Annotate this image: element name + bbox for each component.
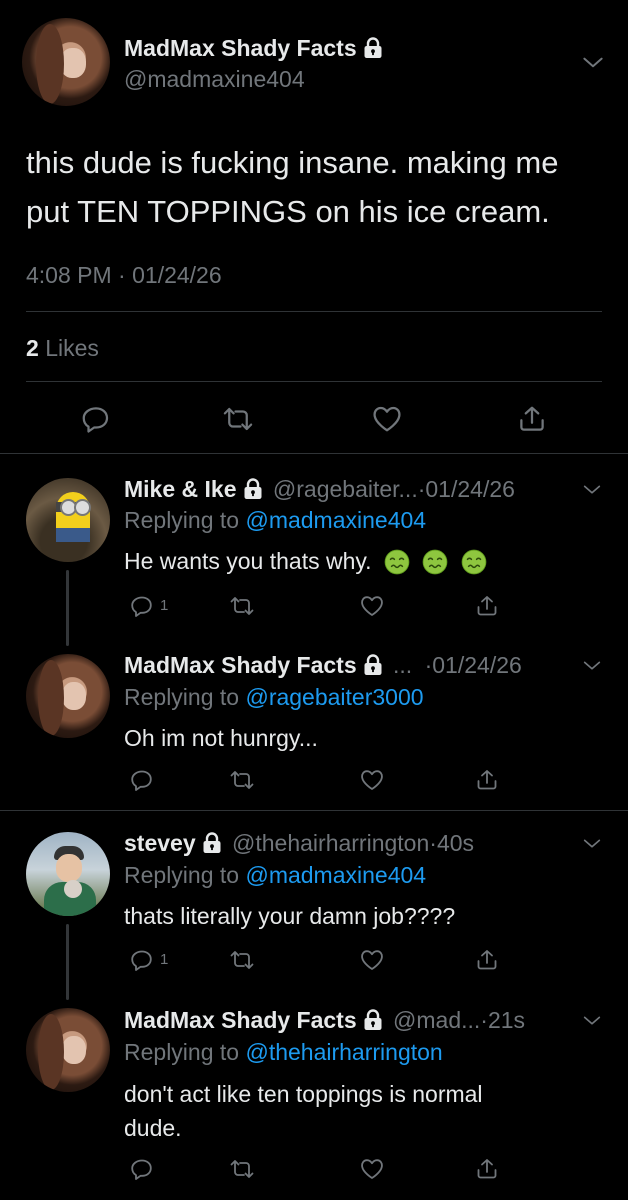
reply-icon[interactable] [130, 594, 154, 618]
avatar[interactable] [26, 1008, 110, 1092]
replying-to: Replying to @madmaxine404 [124, 862, 426, 889]
avatar[interactable] [26, 478, 110, 562]
like-icon[interactable] [360, 768, 384, 792]
reply-icon[interactable] [130, 1157, 154, 1181]
retweet-icon[interactable] [230, 948, 254, 972]
handle[interactable]: @mad... [393, 1007, 480, 1033]
reply-icon[interactable] [130, 948, 154, 972]
share-icon[interactable] [475, 1157, 499, 1181]
replying-to-label: Replying to [124, 862, 240, 888]
thread-line [66, 924, 69, 1000]
likes-label: Likes [45, 335, 99, 361]
tweet-text-line: this dude is fucking insane. making me [26, 145, 559, 180]
likes-count[interactable]: 2 Likes [26, 335, 99, 362]
avatar[interactable] [26, 832, 110, 916]
replying-to: Replying to @madmaxine404 [124, 507, 426, 534]
separator: · [429, 830, 437, 856]
tweet-timestamp[interactable]: 4:08 PM · 01/24/26 [26, 262, 222, 289]
likes-number: 2 [26, 335, 39, 361]
tweet-time: 4:08 PM [26, 262, 112, 288]
reply-count: 1 [160, 597, 169, 614]
handle[interactable]: @ragebaiter... [273, 476, 418, 502]
lock-icon [363, 654, 383, 676]
display-name[interactable]: Mike & Ike [124, 476, 237, 502]
separator: · [118, 262, 126, 288]
avatar[interactable] [22, 18, 110, 106]
tweet-date: 01/24/26 [132, 262, 222, 288]
retweet-icon[interactable] [230, 1157, 254, 1181]
timestamp[interactable]: 40s [437, 830, 474, 856]
timestamp[interactable]: 01/24/26 [432, 652, 522, 678]
tweet-text: this dude is fucking insane. making me p… [26, 138, 558, 236]
separator: · [480, 1007, 488, 1033]
share-icon[interactable] [475, 594, 499, 618]
lock-icon [363, 1009, 383, 1031]
reply-text-content: He wants you thats why. [124, 548, 372, 574]
retweet-icon[interactable] [230, 594, 254, 618]
chevron-down-icon[interactable] [581, 833, 603, 855]
handle[interactable]: @thehairharrington [232, 830, 429, 856]
divider [26, 381, 602, 382]
like-icon[interactable] [360, 948, 384, 972]
replying-to-link[interactable]: @madmaxine404 [245, 507, 426, 533]
share-icon[interactable] [475, 768, 499, 792]
like-icon[interactable] [360, 1157, 384, 1181]
chevron-down-icon[interactable] [580, 50, 606, 76]
like-icon[interactable] [360, 594, 384, 618]
timestamp[interactable]: 21s [488, 1007, 525, 1033]
display-name[interactable]: MadMax Shady Facts [124, 35, 357, 61]
replying-to-link[interactable]: @madmaxine404 [245, 862, 426, 888]
tweet-text-line: put TEN TOPPINGS on his ice cream. [26, 194, 550, 229]
avatar[interactable] [26, 654, 110, 738]
divider [26, 311, 602, 312]
reply-text: don't act like ten toppings is normal du… [124, 1077, 483, 1145]
thread-line [66, 570, 69, 646]
reply-icon[interactable] [81, 404, 111, 434]
replying-to-link[interactable]: @thehairharrington [245, 1039, 442, 1065]
timestamp[interactable]: 01/24/26 [425, 476, 515, 502]
replying-to: Replying to @thehairharrington [124, 1039, 443, 1066]
nauseated-face-emoji [384, 549, 410, 575]
nauseated-face-emoji [461, 549, 487, 575]
lock-icon [243, 478, 263, 500]
reply-text: thats literally your damn job???? [124, 903, 456, 929]
share-icon[interactable] [517, 404, 547, 434]
lock-icon [202, 832, 222, 854]
replying-to-label: Replying to [124, 684, 240, 710]
chevron-down-icon[interactable] [581, 1010, 603, 1032]
nauseated-face-emoji [422, 549, 448, 575]
handle[interactable]: ... [393, 652, 412, 678]
like-icon[interactable] [372, 404, 402, 434]
chevron-down-icon[interactable] [581, 655, 603, 677]
replying-to-label: Replying to [124, 507, 240, 533]
reply-text: He wants you thats why. [124, 544, 487, 578]
chevron-down-icon[interactable] [581, 479, 603, 501]
divider [0, 453, 628, 454]
replying-to: Replying to @ragebaiter3000 [124, 684, 424, 711]
reply-count: 1 [160, 951, 169, 968]
retweet-icon[interactable] [230, 768, 254, 792]
reply-text-line: don't act like ten toppings is normal [124, 1081, 483, 1107]
display-name[interactable]: MadMax Shady Facts [124, 652, 357, 678]
handle[interactable]: @madmaxine404 [124, 66, 305, 93]
replying-to-label: Replying to [124, 1039, 240, 1065]
retweet-icon[interactable] [223, 404, 253, 434]
reply-text-line: dude. [124, 1115, 182, 1141]
replying-to-link[interactable]: @ragebaiter3000 [245, 684, 423, 710]
lock-icon [363, 37, 383, 59]
share-icon[interactable] [475, 948, 499, 972]
reply-text: Oh im not hunrgy... [124, 725, 318, 751]
reply-icon[interactable] [130, 768, 154, 792]
divider [0, 810, 628, 811]
display-name[interactable]: MadMax Shady Facts [124, 1007, 357, 1033]
display-name[interactable]: stevey [124, 830, 196, 856]
